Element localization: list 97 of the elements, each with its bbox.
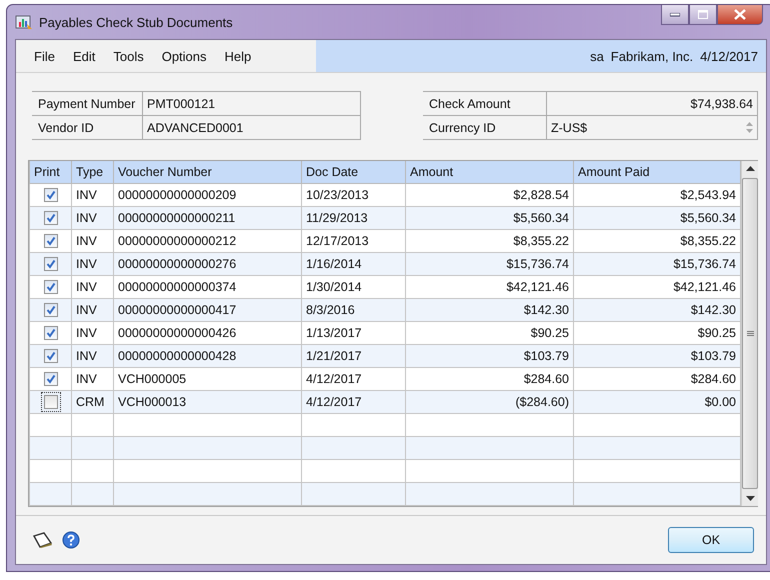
print-checkbox[interactable] xyxy=(44,349,58,364)
scroll-thumb[interactable] xyxy=(742,178,758,489)
table-cell: $15,736.74 xyxy=(574,252,740,276)
table-cell: $103.79 xyxy=(574,344,740,368)
table-cell: 4/12/2017 xyxy=(302,368,406,390)
menu-item[interactable]: Options xyxy=(154,46,215,66)
print-checkbox[interactable] xyxy=(44,326,58,340)
input-field[interactable]: ADVANCED0001 xyxy=(142,116,361,139)
table-cell: INV xyxy=(72,252,114,276)
table-cell: $284.60 xyxy=(574,368,740,390)
print-checkbox[interactable] xyxy=(44,234,58,248)
print-checkbox[interactable] xyxy=(44,280,58,294)
scroll-down-icon[interactable] xyxy=(746,496,754,501)
table-cell: 00000000000000209 xyxy=(114,184,302,206)
window-title: Payables Check Stub Documents xyxy=(39,14,233,30)
print-checkbox[interactable] xyxy=(44,188,58,202)
table-cell: 00000000000000417 xyxy=(114,298,302,322)
field-label: Check Amount xyxy=(428,96,512,110)
column-header[interactable]: Amount Paid xyxy=(574,161,740,184)
table-cell: $5,560.34 xyxy=(574,206,740,230)
table-cell: VCH000013 xyxy=(114,390,302,414)
table-cell: $42,121.46 xyxy=(406,276,574,298)
session-date: 4/12/2017 xyxy=(700,48,758,64)
table-cell: $90.25 xyxy=(574,322,740,344)
table-cell: $2,828.54 xyxy=(406,184,574,206)
table-cell: 10/23/2013 xyxy=(302,184,406,206)
column-header[interactable]: Voucher Number xyxy=(114,161,302,184)
table-cell: $15,736.74 xyxy=(406,252,574,276)
table-cell: INV xyxy=(72,184,114,206)
column-header[interactable]: Print xyxy=(30,161,72,184)
table-cell: $42,121.46 xyxy=(574,276,740,298)
table-cell: 00000000000000374 xyxy=(114,276,302,298)
close-icon xyxy=(734,9,746,20)
table-cell: $8,355.22 xyxy=(406,230,574,252)
table-cell: INV xyxy=(72,368,114,390)
input-field[interactable]: PMT000121 xyxy=(142,92,361,115)
menu-item[interactable]: Tools xyxy=(105,46,152,66)
note-icon[interactable] xyxy=(32,531,54,549)
table-cell: $2,543.94 xyxy=(574,184,740,206)
table-cell: INV xyxy=(72,298,114,322)
table-cell: 00000000000000428 xyxy=(114,344,302,368)
field-label: Vendor ID xyxy=(37,120,95,134)
table-cell: INV xyxy=(72,344,114,368)
column-header[interactable]: Doc Date xyxy=(302,161,406,184)
maximize-icon xyxy=(698,10,708,19)
table-cell: INV xyxy=(72,322,114,344)
print-checkbox[interactable] xyxy=(44,211,58,226)
table-cell: $142.30 xyxy=(406,298,574,322)
table-cell: $103.79 xyxy=(406,344,574,368)
minimize-button[interactable] xyxy=(661,5,689,25)
print-checkbox[interactable] xyxy=(44,303,58,318)
print-checkbox[interactable] xyxy=(44,372,58,386)
table-cell: 1/21/2017 xyxy=(302,344,406,368)
table-cell: 00000000000000211 xyxy=(114,206,302,230)
user-name: sa xyxy=(590,48,604,64)
app-icon xyxy=(15,14,33,30)
table-cell: 1/16/2014 xyxy=(302,252,406,276)
menu-item[interactable]: File xyxy=(26,46,63,66)
table-cell: VCH000005 xyxy=(114,368,302,390)
table-cell: INV xyxy=(72,276,114,298)
table-cell: INV xyxy=(72,206,114,230)
table-cell: $142.30 xyxy=(574,298,740,322)
grip-icon xyxy=(746,330,754,336)
table-cell: 11/29/2013 xyxy=(302,206,406,230)
table-cell: 1/13/2017 xyxy=(302,322,406,344)
table-cell: $284.60 xyxy=(406,368,574,390)
table-cell: 00000000000000212 xyxy=(114,230,302,252)
input-field[interactable]: $74,938.64 xyxy=(546,92,758,115)
help-icon[interactable] xyxy=(62,531,80,549)
table-cell: 4/12/2017 xyxy=(302,390,406,414)
table-cell: $8,355.22 xyxy=(574,230,740,252)
ok-button[interactable]: OK xyxy=(668,527,754,553)
table-cell: 1/30/2014 xyxy=(302,276,406,298)
input-field[interactable]: Z-US$ xyxy=(546,116,758,139)
scroll-up-icon[interactable] xyxy=(746,166,754,171)
column-header[interactable]: Amount xyxy=(406,161,574,184)
table-cell: CRM xyxy=(72,390,114,414)
table-cell: ($284.60) xyxy=(406,390,574,414)
menu-item[interactable]: Edit xyxy=(64,46,104,66)
table-cell: $0.00 xyxy=(574,390,740,414)
field-label: Currency ID xyxy=(428,120,497,134)
table-cell: 8/3/2016 xyxy=(302,298,406,322)
minimize-icon xyxy=(670,12,680,16)
column-header[interactable]: Type xyxy=(72,161,114,184)
print-checkbox[interactable] xyxy=(44,257,58,272)
maximize-button[interactable] xyxy=(689,5,717,25)
table-cell: 12/17/2013 xyxy=(302,230,406,252)
close-button[interactable] xyxy=(717,5,763,25)
field-label: Payment Number xyxy=(37,96,136,110)
company-name: Fabrikam, Inc. xyxy=(610,48,694,64)
table-cell: 00000000000000426 xyxy=(114,322,302,344)
table-cell: INV xyxy=(72,230,114,252)
scrollbar[interactable] xyxy=(741,161,758,506)
menu-item[interactable]: Help xyxy=(216,46,260,66)
table-cell: $90.25 xyxy=(406,322,574,344)
table-cell: $5,560.34 xyxy=(406,206,574,230)
table-cell: 00000000000000276 xyxy=(114,252,302,276)
